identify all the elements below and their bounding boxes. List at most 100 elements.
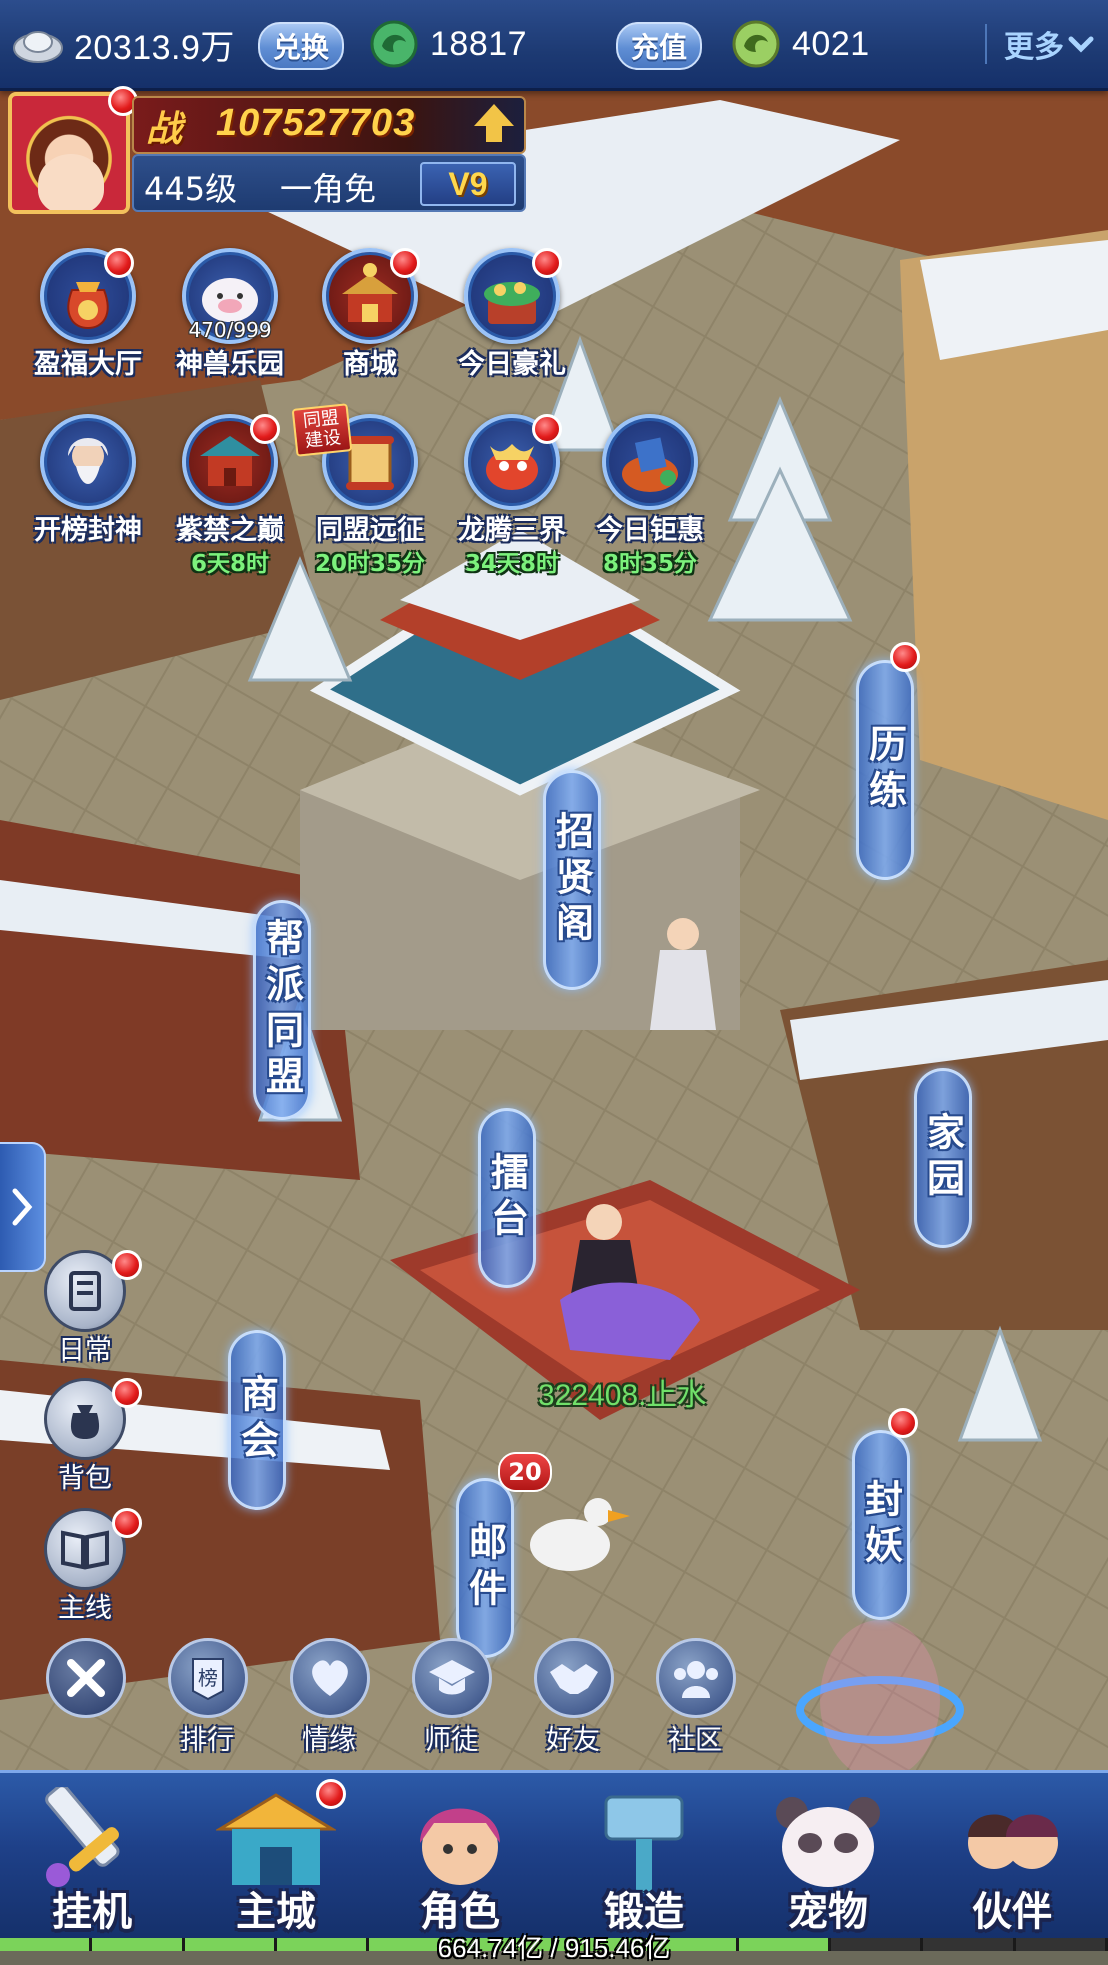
backpack-button[interactable]: 背包 — [30, 1378, 142, 1498]
level-bar: 445级 一角免 V9 — [132, 154, 526, 212]
sign-label: 商会 — [234, 1374, 279, 1466]
social-label: 情缘 — [302, 1725, 356, 1756]
sign-label: 擂台 — [484, 1152, 529, 1244]
power-up-arrow-icon[interactable] — [474, 104, 514, 142]
nav-idle[interactable]: 挂机 — [2, 1779, 182, 1937]
activity-alliance-expedition[interactable]: 同盟 建设 同盟远征 20时35分 — [291, 403, 440, 577]
player-level: 445级 — [144, 170, 238, 208]
activity-label: 神兽乐园 — [176, 349, 284, 380]
sign-label: 历练 — [862, 724, 907, 816]
jade-value: 18817 — [430, 24, 528, 63]
heart-icon — [312, 1660, 348, 1696]
building-arena-sign[interactable]: 擂台 — [478, 1108, 536, 1288]
activity-daily-deal[interactable]: 今日钜惠 8时35分 — [580, 414, 720, 577]
alliance-build-tag: 同盟 建设 — [291, 403, 353, 457]
mail-count-badge: 20 — [498, 1452, 552, 1492]
experience-text: 664.74亿 / 915.46亿 — [437, 1933, 671, 1963]
mentor-button[interactable]: 师徒 — [396, 1638, 506, 1758]
vip-badge[interactable]: V9 — [420, 162, 516, 206]
nav-forge[interactable]: 锻造 — [554, 1779, 734, 1937]
sign-label: 封妖 — [858, 1479, 903, 1571]
activity-label: 今日豪礼 — [458, 349, 566, 380]
activity-label: 开榜封神 — [34, 515, 142, 546]
nav-main-city[interactable]: 主城 — [186, 1779, 366, 1937]
nav-pet[interactable]: 宠物 — [738, 1779, 918, 1937]
bound-jade-value: 4021 — [792, 24, 870, 63]
beast-count: 470/999 — [188, 318, 272, 342]
nav-character[interactable]: 角色 — [370, 1779, 550, 1937]
activity-ranking-gods[interactable]: 开榜封神 — [18, 414, 158, 564]
notification-dot — [112, 1378, 142, 1408]
activity-label: 今日钜惠 — [596, 515, 704, 546]
daily-scroll-icon — [69, 1271, 101, 1311]
nav-companions[interactable]: 伙伴 — [922, 1779, 1102, 1937]
notification-dot — [532, 248, 562, 278]
silver-value: 20313.9万 — [74, 28, 235, 67]
activity-timer: 8时35分 — [602, 551, 697, 577]
building-demon-seal-sign[interactable]: 封妖 — [852, 1430, 910, 1620]
currency-bar: 20313.9万 兑换 18817 充值 4021 更多 — [0, 0, 1108, 91]
notification-dot — [104, 248, 134, 278]
activity-label: 龙腾三界 — [458, 515, 566, 546]
side-label: 日常 — [58, 1335, 112, 1366]
activity-label: 商城 — [343, 349, 397, 380]
player-name: 一角免 — [280, 170, 377, 208]
notification-dot — [250, 414, 280, 444]
activity-label: 紫禁之巅 — [176, 515, 284, 546]
ranking-icon: 榜 — [192, 1658, 224, 1701]
book-icon — [61, 1530, 109, 1570]
immortal-sage-icon — [68, 438, 108, 484]
social-label: 排行 — [180, 1725, 234, 1756]
building-home-sign[interactable]: 家园 — [914, 1068, 972, 1248]
building-recruit-sign[interactable]: 招贤阁 — [543, 770, 601, 990]
building-market-sign[interactable]: 商会 — [228, 1330, 286, 1510]
jade-coin-icon — [370, 20, 418, 68]
more-label: 更多 — [1004, 30, 1064, 65]
bottom-nav: 挂机 主城 角色 锻造 宠物 伙伴 — [0, 1770, 1108, 1941]
svg-text:榜: 榜 — [198, 1666, 218, 1690]
sign-label: 招贤阁 — [549, 811, 594, 949]
social-label: 师徒 — [424, 1725, 478, 1756]
side-label: 背包 — [58, 1463, 112, 1494]
notification-dot — [888, 1408, 918, 1438]
activity-label: 盈福大厅 — [34, 349, 142, 380]
daily-button[interactable]: 日常 — [30, 1250, 142, 1370]
community-icon — [674, 1661, 718, 1698]
chevron-down-icon — [1068, 36, 1094, 53]
side-label: 主线 — [58, 1593, 112, 1624]
divider — [985, 24, 987, 64]
social-label: 社区 — [668, 1725, 722, 1756]
activity-beast-park[interactable]: 470/999 神兽乐园 — [160, 248, 300, 398]
exchange-button[interactable]: 兑换 — [258, 22, 344, 70]
building-guild-sign[interactable]: 帮派同盟 — [253, 900, 311, 1120]
activity-daily-gift[interactable]: 今日豪礼 — [442, 248, 582, 398]
power-label: 战 — [146, 109, 183, 150]
friends-button[interactable]: 好友 — [518, 1638, 628, 1758]
handshake-icon — [550, 1664, 598, 1694]
building-mail-sign[interactable]: 邮件 — [456, 1478, 514, 1658]
combat-power-bar: 战 107527703 — [132, 96, 526, 154]
activity-fortune-hall[interactable]: 盈福大厅 — [18, 248, 158, 398]
combat-power: 107527703 — [216, 102, 416, 144]
notification-dot — [532, 414, 562, 444]
notification-dot — [316, 1779, 346, 1809]
notification-dot — [112, 1250, 142, 1280]
activity-dragon-realms[interactable]: 龙腾三界 34天8时 — [442, 414, 582, 577]
activity-forbidden-peak[interactable]: 紫禁之巅 6天8时 — [160, 414, 300, 577]
activity-label: 同盟远征 — [316, 515, 424, 546]
chevron-right-icon — [12, 1188, 33, 1226]
recharge-button[interactable]: 充值 — [616, 22, 702, 70]
close-menu-button[interactable] — [30, 1638, 140, 1758]
building-trial-sign[interactable]: 历练 — [856, 660, 914, 880]
community-button[interactable]: 社区 — [640, 1638, 750, 1758]
bound-jade-icon — [732, 20, 780, 68]
more-button[interactable]: 更多 — [1004, 22, 1094, 66]
ranking-button[interactable]: 榜 排行 — [152, 1638, 262, 1758]
notification-dot — [890, 642, 920, 672]
romance-button[interactable]: 情缘 — [274, 1638, 384, 1758]
main-quest-button[interactable]: 主线 — [30, 1508, 142, 1628]
notification-dot — [112, 1508, 142, 1538]
activity-shop[interactable]: 商城 — [300, 248, 440, 398]
graduation-cap-icon — [429, 1660, 475, 1695]
notification-dot — [390, 248, 420, 278]
